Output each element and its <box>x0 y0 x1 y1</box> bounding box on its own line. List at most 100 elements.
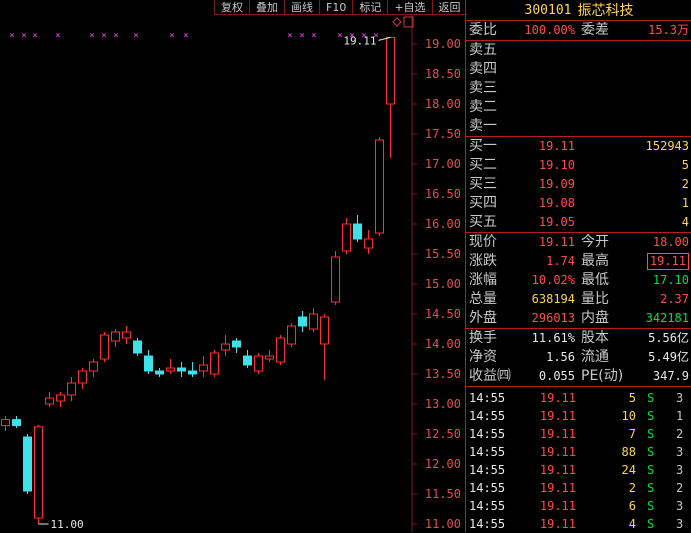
candle[interactable] <box>386 36 395 158</box>
candle[interactable] <box>287 323 296 347</box>
tick-volume: 5 <box>628 391 636 405</box>
event-marker-icon[interactable]: × <box>101 31 106 41</box>
sell-level-row[interactable]: 卖三 <box>466 79 691 98</box>
toolbar-button-5[interactable]: +自选 <box>387 0 432 15</box>
candle[interactable] <box>144 350 153 374</box>
toolbar-button-6[interactable]: 返回 <box>431 0 467 15</box>
diamond-icon[interactable] <box>392 17 402 27</box>
outer-label: 外盘 <box>469 310 497 326</box>
candle[interactable] <box>221 335 230 356</box>
buy-level-row[interactable]: 买四 19.08 1 <box>466 194 691 213</box>
event-marker-icon[interactable]: × <box>89 31 94 41</box>
sell-level-row[interactable]: 卖二 <box>466 98 691 117</box>
toolbar-button-1[interactable]: 叠加 <box>249 0 284 15</box>
tick-count: 3 <box>676 517 684 531</box>
toolbar-button-0[interactable]: 复权 <box>214 0 249 15</box>
event-marker-icon[interactable]: × <box>21 31 26 41</box>
event-marker-icon[interactable]: × <box>169 31 174 41</box>
candle[interactable] <box>232 338 241 353</box>
capital-value: 5.56亿 <box>648 331 689 345</box>
candle-body <box>243 355 252 366</box>
candle[interactable] <box>67 377 76 401</box>
eps-label: 收益㈣ <box>469 368 511 384</box>
event-marker-icon[interactable]: × <box>55 31 60 41</box>
toolbar-button-4[interactable]: 标记 <box>352 0 388 15</box>
buy-level-label: 买四 <box>469 195 497 211</box>
buy-level-row[interactable]: 买一 19.11 152943 <box>466 137 691 156</box>
event-marker-icon[interactable]: × <box>183 31 188 41</box>
buy-level-row[interactable]: 买三 19.09 2 <box>466 175 691 194</box>
candle[interactable] <box>100 332 109 362</box>
candle[interactable] <box>364 230 373 254</box>
toolbar-button-3[interactable]: F10 <box>319 0 353 15</box>
candle[interactable] <box>78 368 87 389</box>
candle[interactable] <box>12 416 21 428</box>
eps-value: 0.055 <box>538 369 575 383</box>
event-marker-icon[interactable]: × <box>311 31 316 41</box>
candle[interactable] <box>243 350 252 368</box>
candle[interactable] <box>34 425 43 524</box>
candle[interactable] <box>111 329 120 347</box>
buy-level-price: 19.08 <box>538 196 575 210</box>
candle[interactable] <box>122 326 131 344</box>
candle[interactable] <box>1 416 10 431</box>
chart-corner-icons[interactable] <box>392 16 414 28</box>
candle-body <box>353 223 362 240</box>
sell-level-row[interactable]: 卖五 <box>466 41 691 60</box>
buy-level-volume: 2 <box>681 177 689 191</box>
kline-chart[interactable]: × × × × × × × × × × × × × × × × × 19.00 18.50 18.00 17.50 17… <box>0 0 467 532</box>
candle[interactable] <box>166 359 175 374</box>
buy-level-row[interactable]: 买二 19.10 5 <box>466 156 691 175</box>
sell-level-row[interactable]: 卖四 <box>466 60 691 79</box>
candle[interactable] <box>265 350 274 362</box>
candle[interactable] <box>45 392 54 407</box>
candle-body <box>100 334 109 360</box>
candle[interactable] <box>89 359 98 377</box>
volume-ratio-label: 量比 <box>581 291 609 307</box>
candle[interactable] <box>375 137 384 236</box>
low-label: 最低 <box>581 272 609 288</box>
event-marker-icon[interactable]: × <box>32 31 37 41</box>
candle[interactable] <box>210 350 219 377</box>
tick-list[interactable]: 14:55 19.11 5 S 3 14:55 19.11 10 S 1 14:55 19.11 7 S 2… <box>466 387 691 533</box>
tick-count: 1 <box>676 409 684 423</box>
candle-body <box>89 361 98 372</box>
tick-price: 19.11 <box>539 499 576 513</box>
candle[interactable] <box>276 335 285 365</box>
price-stats: 现价 19.11 今开 18.00 涨跌 1.74 最高 19.11 涨幅 10… <box>466 233 691 329</box>
candle[interactable] <box>298 311 307 332</box>
candle[interactable] <box>188 362 197 377</box>
event-marker-icon[interactable]: × <box>113 31 118 41</box>
buy-level-price: 19.09 <box>538 177 575 191</box>
event-marker-icon[interactable]: × <box>287 31 292 41</box>
candle[interactable] <box>320 314 329 380</box>
candle-body <box>67 382 76 396</box>
event-marker-icon[interactable]: × <box>337 31 342 41</box>
candle[interactable] <box>155 368 164 377</box>
tick-price: 19.11 <box>539 409 576 423</box>
event-marker-icon[interactable]: × <box>299 31 304 41</box>
toolbar-button-2[interactable]: 画线 <box>284 0 319 15</box>
pe-label: PE(动) <box>581 368 624 384</box>
candle[interactable] <box>133 338 142 356</box>
commission-ratio-value: 100.00% <box>524 23 575 37</box>
candle[interactable] <box>177 362 186 377</box>
candle[interactable] <box>331 251 340 305</box>
candle[interactable] <box>342 218 351 254</box>
turnover-value: 11.61% <box>531 331 575 345</box>
candle-body <box>287 325 296 345</box>
candle[interactable] <box>23 434 32 494</box>
candle[interactable] <box>309 308 318 332</box>
candle-body <box>23 436 32 492</box>
candle[interactable] <box>56 392 65 407</box>
pct-value: 10.02% <box>531 273 575 287</box>
sell-level-row[interactable]: 卖一 <box>466 117 691 136</box>
candle[interactable] <box>254 353 263 374</box>
candle[interactable] <box>199 356 208 377</box>
tick-side: S <box>647 391 655 405</box>
buy-level-row[interactable]: 买五 19.05 4 <box>466 213 691 232</box>
kline-svg[interactable]: × × × × × × × × × × × × × × × × × 19.0018.5018.0017.5017… <box>0 0 464 532</box>
event-marker-icon[interactable]: × <box>133 31 138 41</box>
event-marker-icon[interactable]: × <box>9 31 14 41</box>
candle[interactable] <box>353 215 362 242</box>
